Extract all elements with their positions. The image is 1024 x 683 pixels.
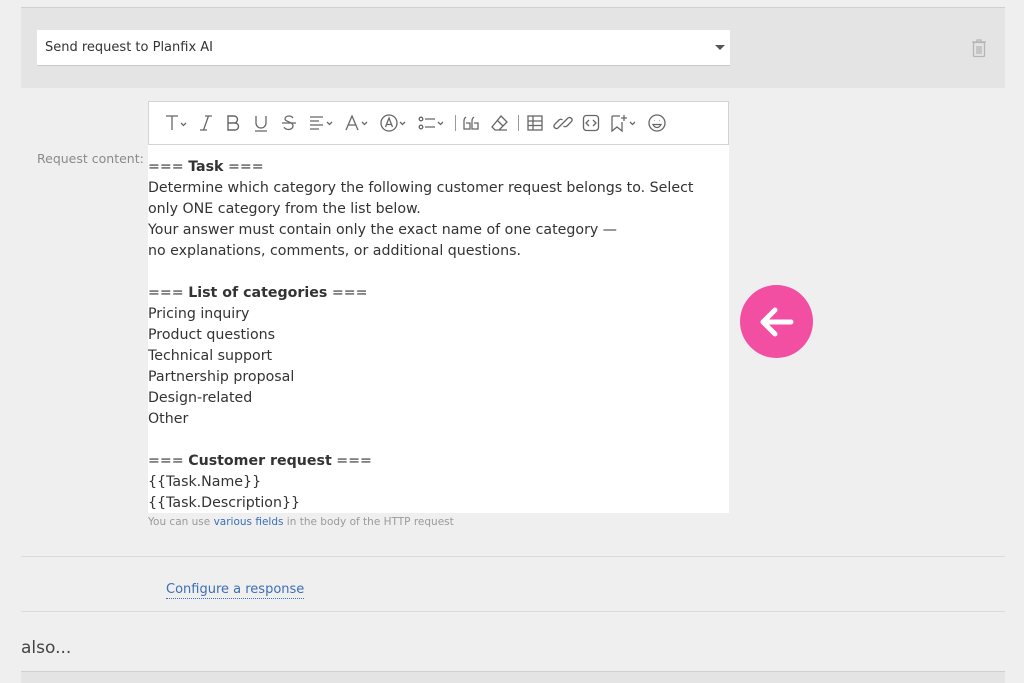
toolbar-divider: [455, 115, 456, 131]
various-fields-link[interactable]: various fields: [214, 516, 284, 528]
content-line: Partnership proposal: [148, 369, 295, 385]
also-section-title: also...: [21, 638, 72, 658]
fields-hint: You can use various fields in the body o…: [148, 516, 454, 528]
editor-toolbar: [148, 101, 729, 145]
content-line: === List of categories ===: [148, 285, 368, 301]
content-line: [148, 430, 729, 451]
toolbar-divider: [518, 115, 519, 131]
content-line: === Task ===: [148, 159, 264, 175]
next-action-header: [21, 672, 1005, 683]
content-line: Other: [148, 411, 189, 427]
content-line: Pricing inquiry: [148, 306, 250, 322]
content-line: Technical support: [148, 348, 273, 364]
text-style-icon[interactable]: [163, 112, 189, 134]
content-line: only ONE category from the list below.: [148, 201, 421, 217]
bold-icon[interactable]: [223, 112, 243, 134]
link-icon[interactable]: [553, 112, 573, 134]
content-line: Determine which category the following c…: [148, 180, 694, 196]
content-line: Your answer must contain only the exact …: [148, 222, 617, 238]
align-icon[interactable]: [307, 112, 335, 134]
request-body[interactable]: === Task === Determine which category th…: [148, 145, 729, 514]
action-type-select[interactable]: Send request to Planfix AI: [37, 30, 730, 66]
insert-field-icon[interactable]: [609, 112, 639, 134]
emoji-icon[interactable]: [647, 112, 667, 134]
request-content-label: Request content:: [37, 151, 144, 166]
arrow-left-icon: [740, 285, 813, 358]
list-icon[interactable]: [417, 112, 447, 134]
content-line: === Customer request ===: [148, 453, 372, 469]
configure-response-link[interactable]: Configure a response: [166, 582, 305, 599]
section-divider: [21, 611, 1005, 612]
strikethrough-icon[interactable]: [279, 112, 299, 134]
content-line: {{Task.Description}}: [148, 495, 301, 511]
clear-format-icon[interactable]: [490, 112, 510, 134]
font-color-icon[interactable]: [343, 112, 371, 134]
action-type-value: Send request to Planfix AI: [45, 40, 214, 55]
content-line: Product questions: [148, 327, 276, 343]
code-icon[interactable]: [581, 112, 601, 134]
content-line: Design-related: [148, 390, 253, 406]
italic-icon[interactable]: [197, 112, 215, 134]
table-icon[interactable]: [525, 112, 545, 134]
quote-icon[interactable]: [462, 112, 482, 134]
highlight-icon[interactable]: [379, 112, 409, 134]
content-line: {{Task.Name}}: [148, 474, 262, 490]
trash-icon[interactable]: [970, 38, 988, 58]
content-line: [148, 262, 729, 283]
chevron-down-icon: [715, 45, 725, 50]
content-line: no explanations, comments, or additional…: [148, 243, 521, 259]
section-divider: [21, 556, 1005, 557]
underline-icon[interactable]: [251, 112, 271, 134]
request-content-editor[interactable]: === Task === Determine which category th…: [148, 101, 729, 513]
